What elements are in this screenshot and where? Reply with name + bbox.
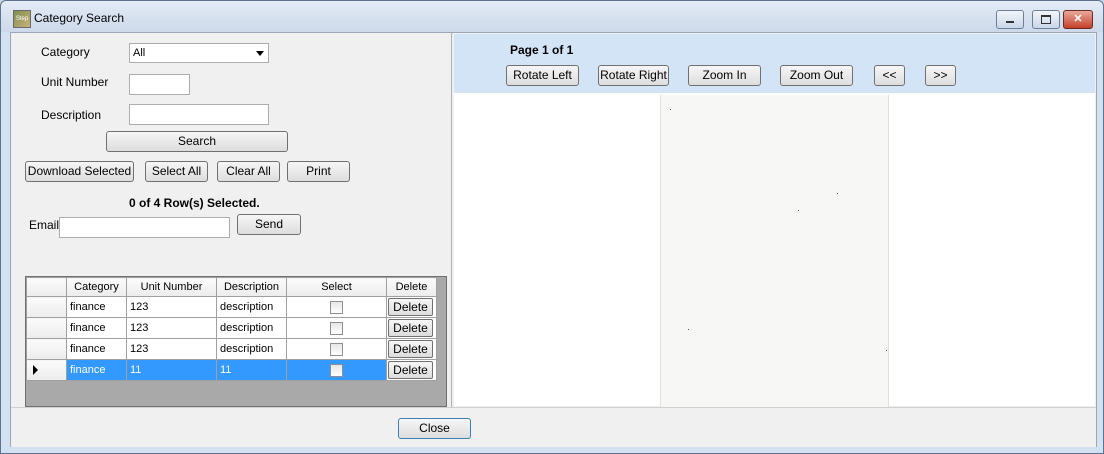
page-speck bbox=[837, 193, 838, 194]
cell-description[interactable]: description bbox=[216, 317, 287, 339]
cell-select bbox=[286, 317, 387, 339]
current-row-pointer-icon bbox=[33, 365, 38, 375]
category-label: Category bbox=[41, 45, 90, 59]
delete-button[interactable]: Delete bbox=[388, 298, 433, 316]
cell-delete: Delete bbox=[386, 296, 437, 318]
row-header[interactable] bbox=[26, 317, 67, 339]
cell-category[interactable]: finance bbox=[66, 317, 127, 339]
cell-category[interactable]: finance bbox=[66, 338, 127, 360]
zoom-out-button[interactable]: Zoom Out bbox=[780, 65, 853, 86]
close-icon: ✕ bbox=[1073, 13, 1083, 25]
window-title: Category Search bbox=[34, 11, 125, 25]
column-header-delete[interactable]: Delete bbox=[386, 277, 437, 297]
cell-select bbox=[286, 296, 387, 318]
page-speck bbox=[798, 210, 799, 211]
select-checkbox[interactable] bbox=[330, 321, 343, 335]
row-header[interactable] bbox=[26, 359, 67, 381]
cell-delete: Delete bbox=[386, 359, 437, 381]
category-search-window: Step Category Search ✕ Category All Unit… bbox=[0, 0, 1104, 454]
cell-select bbox=[286, 359, 387, 381]
email-label: Email bbox=[29, 218, 60, 232]
previous-page-button[interactable]: << bbox=[874, 65, 905, 86]
cell-category[interactable]: finance bbox=[66, 296, 127, 318]
footer-bar: Close bbox=[11, 407, 1096, 447]
description-input[interactable] bbox=[129, 104, 269, 125]
table-row[interactable]: finance 123 description Delete bbox=[26, 317, 437, 339]
results-table: Category Unit Number Description Select … bbox=[26, 277, 437, 381]
next-page-button[interactable]: >> bbox=[925, 65, 956, 86]
unit-number-label: Unit Number bbox=[41, 75, 109, 89]
column-header-category[interactable]: Category bbox=[66, 277, 127, 297]
close-button[interactable]: Close bbox=[398, 418, 471, 439]
cell-unit-number[interactable]: 11 bbox=[126, 359, 217, 381]
send-button[interactable]: Send bbox=[237, 214, 301, 235]
table-row[interactable]: finance 123 description Delete bbox=[26, 296, 437, 318]
category-value: All bbox=[133, 47, 146, 59]
cell-unit-number[interactable]: 123 bbox=[126, 296, 217, 318]
maximize-button[interactable] bbox=[1032, 10, 1060, 29]
cell-unit-number[interactable]: 123 bbox=[126, 338, 217, 360]
delete-button[interactable]: Delete bbox=[388, 319, 433, 337]
title-bar[interactable]: Step Category Search ✕ bbox=[1, 1, 1103, 32]
page-speck bbox=[688, 329, 689, 330]
selection-status: 0 of 4 Row(s) Selected. bbox=[129, 196, 260, 210]
cell-select bbox=[286, 338, 387, 360]
select-all-button[interactable]: Select All bbox=[145, 161, 208, 182]
close-window-button[interactable]: ✕ bbox=[1063, 10, 1093, 29]
table-row-selected[interactable]: finance 11 11 Delete bbox=[26, 359, 437, 381]
column-header-select[interactable]: Select bbox=[286, 277, 387, 297]
description-label: Description bbox=[41, 108, 102, 122]
email-input[interactable] bbox=[59, 217, 230, 238]
document-viewer: Page 1 of 1 Rotate Left Rotate Right Zoo… bbox=[454, 34, 1095, 407]
rotate-right-button[interactable]: Rotate Right bbox=[598, 65, 669, 86]
clear-all-button[interactable]: Clear All bbox=[217, 161, 280, 182]
chevron-down-icon bbox=[256, 51, 264, 56]
app-icon: Step bbox=[13, 10, 31, 28]
category-dropdown[interactable]: All bbox=[129, 43, 269, 63]
table-row[interactable]: finance 123 description Delete bbox=[26, 338, 437, 360]
results-grid: Category Unit Number Description Select … bbox=[25, 276, 447, 407]
zoom-in-button[interactable]: Zoom In bbox=[688, 65, 761, 86]
download-selected-button[interactable]: Download Selected bbox=[25, 161, 134, 182]
maximize-icon bbox=[1041, 15, 1051, 24]
column-header-description[interactable]: Description bbox=[216, 277, 287, 297]
minimize-button[interactable] bbox=[996, 10, 1024, 29]
cell-unit-number[interactable]: 123 bbox=[126, 317, 217, 339]
search-button[interactable]: Search bbox=[106, 131, 288, 152]
page-indicator: Page 1 of 1 bbox=[510, 43, 574, 57]
select-checkbox[interactable] bbox=[330, 342, 343, 356]
unit-number-input[interactable] bbox=[129, 74, 190, 95]
select-checkbox[interactable] bbox=[330, 363, 343, 377]
cell-description[interactable]: description bbox=[216, 296, 287, 318]
row-header[interactable] bbox=[26, 296, 67, 318]
page-speck bbox=[670, 109, 671, 110]
document-page-image bbox=[660, 95, 889, 407]
cell-delete: Delete bbox=[386, 317, 437, 339]
row-header-corner bbox=[26, 277, 67, 297]
row-header[interactable] bbox=[26, 338, 67, 360]
cell-category[interactable]: finance bbox=[66, 359, 127, 381]
cell-description[interactable]: description bbox=[216, 338, 287, 360]
select-checkbox[interactable] bbox=[330, 300, 343, 314]
delete-button[interactable]: Delete bbox=[388, 361, 433, 379]
print-button[interactable]: Print bbox=[287, 161, 350, 182]
column-header-unit-number[interactable]: Unit Number bbox=[126, 277, 217, 297]
minimize-icon bbox=[1006, 21, 1014, 23]
delete-button[interactable]: Delete bbox=[388, 340, 433, 358]
cell-description[interactable]: 11 bbox=[216, 359, 287, 381]
page-speck bbox=[886, 350, 887, 351]
search-panel: Category All Unit Number Description Sea… bbox=[12, 34, 448, 407]
viewer-toolbar: Page 1 of 1 Rotate Left Rotate Right Zoo… bbox=[454, 34, 1095, 93]
client-area: Category All Unit Number Description Sea… bbox=[10, 32, 1097, 447]
grid-header-row: Category Unit Number Description Select … bbox=[26, 277, 437, 297]
rotate-left-button[interactable]: Rotate Left bbox=[506, 65, 579, 86]
cell-delete: Delete bbox=[386, 338, 437, 360]
